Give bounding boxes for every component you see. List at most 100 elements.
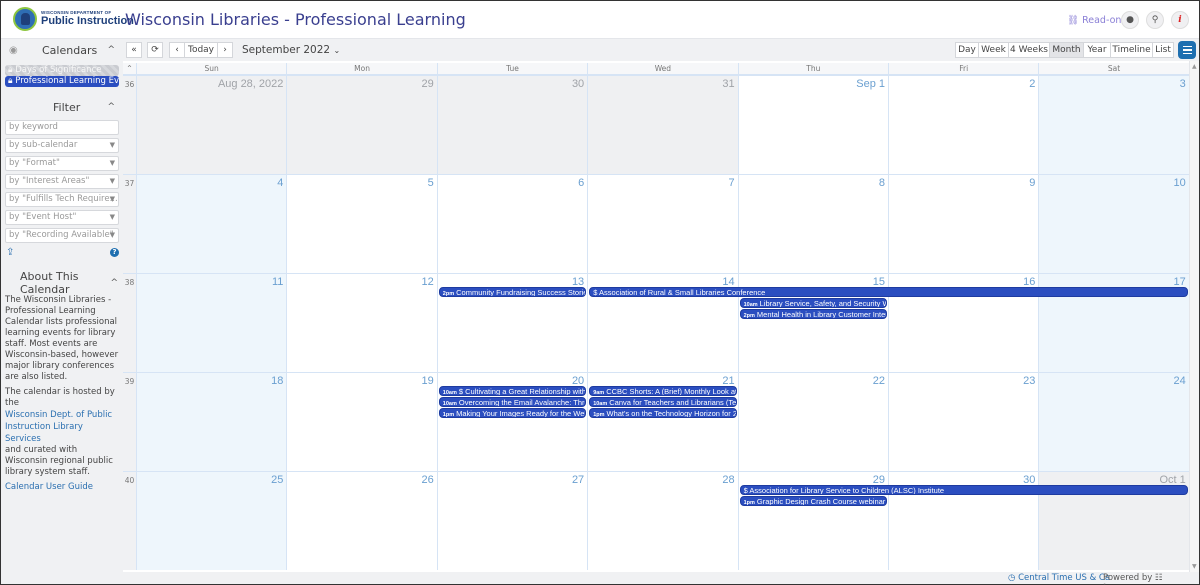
day-cell[interactable]: 10 [1038, 174, 1189, 273]
day-number[interactable]: 11 [272, 276, 283, 288]
eye-icon[interactable]: ◉ [9, 45, 18, 56]
event-bar[interactable]: 10am Overcoming the Email Avalanche: Thre… [438, 397, 587, 407]
calendar-days-of-significance[interactable]: 🔒︎ Days of Significance [5, 65, 119, 76]
day-cell[interactable]: 12 [286, 273, 437, 372]
day-number[interactable]: 24 [1174, 375, 1186, 387]
day-number[interactable]: 26 [422, 474, 434, 486]
day-cell[interactable]: 5 [286, 174, 437, 273]
month-picker[interactable]: September 2022 ⌄ [242, 44, 340, 56]
day-cell[interactable]: 27 [436, 471, 588, 570]
day-number[interactable]: 18 [271, 375, 283, 387]
day-number[interactable]: 22 [873, 375, 885, 387]
day-number[interactable]: 23 [1023, 375, 1035, 387]
day-cell[interactable]: 11 [136, 273, 287, 372]
user-button[interactable]: ● [1121, 11, 1139, 29]
event-host-filter[interactable]: by "Event Host" ▼ [5, 210, 119, 225]
week-number[interactable]: 36 [123, 75, 136, 174]
day-number[interactable]: 9 [1029, 177, 1035, 189]
menu-button[interactable] [1178, 41, 1196, 59]
day-number[interactable]: 31 [722, 78, 734, 90]
week-number[interactable]: 38 [123, 273, 136, 372]
interest-areas-filter[interactable]: by "Interest Areas" ▼ [5, 174, 119, 189]
share-icon[interactable]: ⇪ [6, 247, 14, 258]
week-number[interactable]: 40 [123, 471, 136, 570]
search-button[interactable]: ⚲ [1146, 11, 1164, 29]
chevron-up-icon[interactable]: ^ [110, 278, 118, 288]
today-button[interactable]: Today [184, 42, 218, 58]
powered-by[interactable]: Powered by ☷ teamup [1103, 573, 1199, 585]
day-number[interactable]: 10 [1174, 177, 1186, 189]
day-cell[interactable]: 18 [136, 372, 287, 471]
event-bar[interactable]: 2pm Mental Health in Library Customer Int… [739, 309, 887, 319]
sub-calendar-filter[interactable]: by sub-calendar ▼ [5, 138, 119, 153]
day-number[interactable]: 27 [572, 474, 584, 486]
timezone-link[interactable]: ◷ Central Time US & Ca [1008, 573, 1110, 583]
event-bar[interactable]: 1pm Graphic Design Crash Course webinar [739, 496, 887, 506]
recording-available-filter[interactable]: by "Recording Available" ▼ [5, 228, 119, 243]
collapse-weeks-icon[interactable]: ⌃ [123, 63, 136, 75]
day-cell[interactable]: 30 [436, 75, 588, 174]
event-bar[interactable]: $ Association of Rural & Small Libraries… [589, 287, 1188, 297]
day-cell[interactable]: 31 [587, 75, 738, 174]
calendar-professional-learning[interactable]: 🔒︎ Professional Learning Ev... [5, 76, 119, 87]
day-cell[interactable]: 6 [436, 174, 588, 273]
day-cell[interactable]: Aug 28, 2022 [136, 75, 287, 174]
view-timeline[interactable]: Timeline [1110, 42, 1153, 58]
event-bar[interactable]: 1pm Making Your Images Ready for the Web [438, 408, 587, 418]
day-number[interactable]: 3 [1180, 78, 1186, 90]
view-week[interactable]: Week [978, 42, 1009, 58]
filter-header[interactable]: Filter ^ [1, 96, 123, 118]
event-bar[interactable]: 10am Canva for Teachers and Librarians (T… [589, 397, 737, 407]
day-number[interactable]: 29 [422, 78, 434, 90]
day-number[interactable]: Aug 28, 2022 [218, 78, 283, 90]
tech-requirement-filter[interactable]: by "Fulfills Tech Require... ▼ [5, 192, 119, 207]
collapse-sidebar-button[interactable]: « [126, 42, 142, 58]
day-cell[interactable]: 28 [587, 471, 738, 570]
day-number[interactable]: 25 [271, 474, 283, 486]
view-day[interactable]: Day [955, 42, 979, 58]
scroll-down-icon[interactable]: ▼ [1192, 563, 1197, 570]
event-bar[interactable]: 2pm Community Fundraising Success Stories [438, 287, 587, 297]
day-cell[interactable]: 29 [286, 75, 437, 174]
about-header[interactable]: About This Calendar ^ [1, 270, 123, 296]
day-cell[interactable]: 24 [1038, 372, 1189, 471]
event-bar[interactable]: 10am $ Cultivating a Great Relationship w… [438, 386, 587, 396]
view-list[interactable]: List [1152, 42, 1174, 58]
info-button[interactable]: i [1171, 11, 1189, 29]
day-number[interactable]: 12 [422, 276, 434, 288]
dpi-library-services-link[interactable]: Wisconsin Dept. of Public Instruction Li… [5, 409, 121, 445]
next-button[interactable]: › [217, 42, 233, 58]
day-number[interactable]: 30 [572, 78, 584, 90]
day-number[interactable]: 5 [428, 177, 434, 189]
day-number[interactable]: 2 [1029, 78, 1035, 90]
day-cell[interactable]: 4 [136, 174, 287, 273]
day-number[interactable]: 4 [277, 177, 283, 189]
help-icon[interactable]: ? [110, 248, 119, 257]
refresh-button[interactable]: ⟳ [147, 42, 163, 58]
event-bar[interactable]: 10am Library Service, Safety, and Securit… [739, 298, 887, 308]
week-number[interactable]: 37 [123, 174, 136, 273]
event-bar[interactable]: 1pm What's on the Technology Horizon for … [589, 408, 737, 418]
day-cell[interactable]: 23 [888, 372, 1039, 471]
day-cell[interactable]: 26 [286, 471, 437, 570]
week-number[interactable]: 39 [123, 372, 136, 471]
scrollbar[interactable]: ▲ ▼ [1189, 61, 1199, 572]
dpi-logo[interactable]: WISCONSIN DEPARTMENT OF Public Instructi… [13, 7, 134, 31]
day-number[interactable]: 6 [578, 177, 584, 189]
day-cell[interactable]: 3 [1038, 75, 1189, 174]
chevron-up-icon[interactable]: ^ [107, 45, 115, 55]
day-cell[interactable]: 9 [888, 174, 1039, 273]
day-number[interactable]: Sep 1 [856, 78, 885, 90]
day-number[interactable]: 7 [728, 177, 734, 189]
day-cell[interactable]: 22 [737, 372, 888, 471]
calendars-header[interactable]: ◉ Calendars ^ [1, 39, 123, 61]
event-bar[interactable]: 9am CCBC Shorts: A (Brief) Monthly Look a… [589, 386, 737, 396]
day-cell[interactable]: 8 [737, 174, 888, 273]
view-year[interactable]: Year [1083, 42, 1111, 58]
keyword-filter-input[interactable]: by keyword [5, 120, 119, 135]
event-bar[interactable]: $ Association for Library Service to Chi… [739, 485, 1188, 495]
view-month[interactable]: Month [1049, 42, 1084, 58]
day-cell[interactable]: Sep 1 [737, 75, 888, 174]
format-filter[interactable]: by "Format" ▼ [5, 156, 119, 171]
prev-button[interactable]: ‹ [169, 42, 185, 58]
